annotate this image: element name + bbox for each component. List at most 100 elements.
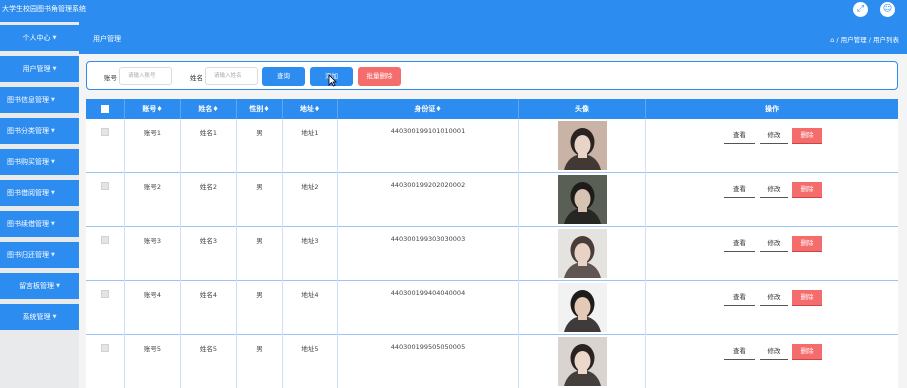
edit-button[interactable]: 修改 [760, 182, 788, 198]
column-header-id-card[interactable]: 身份证♦ [338, 99, 519, 119]
column-header-avatar: 头像 [519, 99, 646, 119]
column-header-gender[interactable]: 性别♦ [237, 99, 283, 119]
cell-avatar [519, 281, 646, 335]
cell-address: 地址4 [283, 281, 338, 335]
cell-name: 姓名4 [181, 281, 237, 335]
table-row: 账号1 姓名1 男地址1 440300199101010001 查看 修改 删除 [86, 119, 898, 173]
chevron-down-icon: ▼ [51, 97, 55, 103]
cell-account: 账号3 [125, 227, 181, 281]
name-search-input[interactable]: 请输入姓名 [205, 67, 258, 85]
sidebar-item-message-board[interactable]: 留言板管理 ▼ [0, 273, 79, 299]
cell-gender: 男 [237, 119, 283, 173]
view-button[interactable]: 查看 [724, 344, 755, 360]
sidebar-item-book-borrow[interactable]: 图书借阅管理 ▼ [0, 180, 79, 206]
sidebar: 个人中心 ▼ 用户管理 ▼ 图书信息管理 ▼ 图书分类管理 ▼ 图书购买管理 ▼ 图书借阅… [0, 22, 79, 388]
row-select-cell[interactable] [86, 119, 125, 173]
column-header-address[interactable]: 地址♦ [283, 99, 338, 119]
table-row: 账号5 姓名5 男地址5 440300199505050005 查看 修改 删除 [86, 335, 898, 388]
view-button[interactable]: 查看 [724, 182, 755, 198]
sidebar-item-book-category[interactable]: 图书分类管理 ▼ [0, 118, 79, 144]
cell-actions: 查看 修改 删除 [646, 119, 898, 173]
chevron-down-icon: ▼ [52, 314, 57, 320]
column-header-account[interactable]: 账号♦ [125, 99, 181, 119]
chevron-down-icon: ▼ [52, 66, 57, 72]
mouse-cursor-icon [328, 74, 337, 87]
row-checkbox[interactable] [101, 236, 109, 244]
sidebar-item-profile[interactable]: 个人中心 ▼ [0, 25, 79, 51]
row-select-cell[interactable] [86, 335, 125, 388]
cell-name: 姓名5 [181, 335, 237, 388]
view-button[interactable]: 查看 [724, 290, 755, 306]
edit-button[interactable]: 修改 [760, 290, 788, 306]
avatar [558, 229, 607, 278]
sidebar-item-label: 系统管理 [22, 313, 51, 321]
sidebar-item-book-renew[interactable]: 图书续借管理 ▼ [0, 211, 79, 237]
cell-gender: 男 [237, 227, 283, 281]
chevron-down-icon: ▼ [51, 128, 55, 134]
delete-button[interactable]: 删除 [792, 128, 822, 144]
cell-address: 地址3 [283, 227, 338, 281]
cell-address: 地址2 [283, 173, 338, 227]
sidebar-item-label: 图书信息管理 [7, 96, 49, 104]
search-panel: 账号 请输入账号 姓名 请输入姓名 查询 添加 批量删除 [86, 61, 898, 90]
row-checkbox[interactable] [101, 182, 109, 190]
batch-delete-button[interactable]: 批量删除 [358, 67, 401, 86]
chevron-down-icon: ▼ [52, 35, 57, 41]
sidebar-item-system[interactable]: 系统管理 ▼ [0, 304, 79, 330]
sidebar-item-label: 留言板管理 [19, 282, 55, 290]
sidebar-item-users[interactable]: 用户管理 ▼ [0, 56, 79, 82]
column-header-name[interactable]: 姓名♦ [181, 99, 237, 119]
sidebar-item-label: 图书购买管理 [7, 158, 49, 166]
home-icon[interactable]: ⌂ [830, 36, 834, 44]
avatar [558, 283, 607, 332]
page-title: 用户管理 [93, 35, 121, 43]
edit-button[interactable]: 修改 [760, 236, 788, 252]
chevron-down-icon: ▼ [56, 283, 60, 289]
table-row: 账号2 姓名2 男地址2 440300199202020002 查看 修改 删除 [86, 173, 898, 227]
sidebar-item-book-info[interactable]: 图书信息管理 ▼ [0, 87, 79, 113]
cell-gender: 男 [237, 173, 283, 227]
row-checkbox[interactable] [101, 344, 109, 352]
row-checkbox[interactable] [101, 290, 109, 298]
cell-id-card: 440300199505050005 [338, 335, 519, 388]
delete-button[interactable]: 删除 [792, 290, 822, 306]
delete-button[interactable]: 删除 [792, 344, 822, 360]
row-select-cell[interactable] [86, 173, 125, 227]
row-select-cell[interactable] [86, 281, 125, 335]
avatar [558, 175, 607, 224]
edit-button[interactable]: 修改 [760, 344, 788, 360]
view-button[interactable]: 查看 [724, 236, 755, 252]
user-icon[interactable]: ☺ [880, 2, 895, 17]
account-search-input[interactable]: 请输入账号 [119, 67, 172, 85]
cell-account: 账号4 [125, 281, 181, 335]
edit-button[interactable]: 修改 [760, 128, 788, 144]
sidebar-item-label: 图书续借管理 [7, 220, 49, 228]
cell-actions: 查看 修改 删除 [646, 281, 898, 335]
row-select-cell[interactable] [86, 227, 125, 281]
view-button[interactable]: 查看 [724, 128, 755, 144]
cell-account: 账号5 [125, 335, 181, 388]
app-title: 大学生校园图书角管理系统 [2, 5, 86, 13]
cell-id-card: 440300199202020002 [338, 173, 519, 227]
cell-actions: 查看 修改 删除 [646, 173, 898, 227]
avatar [558, 337, 607, 386]
header-select-all[interactable] [86, 99, 125, 119]
cell-address: 地址5 [283, 335, 338, 388]
row-checkbox[interactable] [101, 128, 109, 136]
chevron-down-icon: ▼ [51, 221, 55, 227]
sidebar-item-book-purchase[interactable]: 图书购买管理 ▼ [0, 149, 79, 175]
select-all-checkbox[interactable] [101, 105, 109, 113]
cell-account: 账号2 [125, 173, 181, 227]
query-button[interactable]: 查询 [262, 67, 305, 86]
sidebar-item-label: 用户管理 [22, 65, 51, 73]
cell-avatar [519, 173, 646, 227]
chevron-down-icon: ▼ [51, 190, 55, 196]
expand-icon[interactable]: ⤢ [853, 2, 868, 17]
cell-avatar [519, 227, 646, 281]
delete-button[interactable]: 删除 [792, 236, 822, 252]
sidebar-item-book-return[interactable]: 图书归还管理 ▼ [0, 242, 79, 268]
top-bar: 大学生校园图书角管理系统 ⤢ ☺ [0, 0, 907, 22]
delete-button[interactable]: 删除 [792, 182, 822, 198]
page-header: 用户管理 ⌂ / 用户管理 / 用户列表 [79, 22, 907, 54]
cell-gender: 男 [237, 281, 283, 335]
